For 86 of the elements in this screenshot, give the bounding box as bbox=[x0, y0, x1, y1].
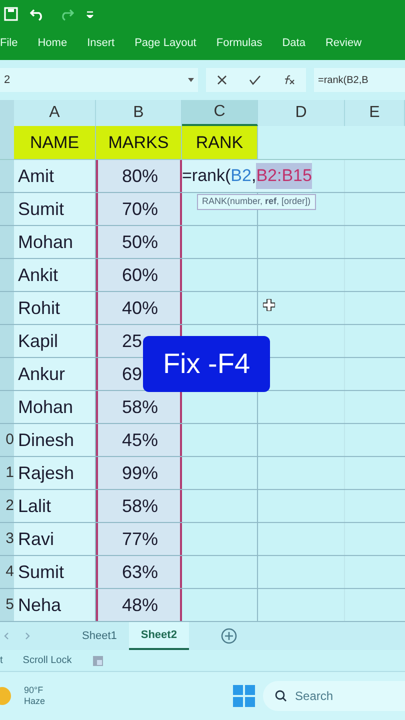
sheet-tab[interactable]: Sheet2 bbox=[128, 622, 189, 650]
customize-icon[interactable] bbox=[86, 10, 94, 18]
ribbon-tab[interactable]: Review bbox=[325, 34, 362, 52]
check-icon[interactable] bbox=[249, 75, 261, 85]
row-header[interactable]: 5 bbox=[0, 589, 14, 621]
formula-field[interactable]: =rank(B2,B bbox=[314, 68, 405, 92]
formula-part: B2:B15 bbox=[256, 163, 312, 189]
table-cell: 60% bbox=[96, 259, 182, 291]
row-header[interactable]: 3 bbox=[0, 523, 14, 555]
ribbon-tab[interactable]: Insert bbox=[87, 34, 115, 52]
search-icon bbox=[275, 690, 288, 702]
row-header[interactable] bbox=[0, 160, 14, 192]
ribbon-tab[interactable]: File bbox=[0, 34, 18, 52]
table-cell: Amit bbox=[14, 160, 96, 192]
dropdown-icon bbox=[188, 78, 194, 82]
table-cell: Ankur bbox=[14, 358, 96, 390]
search-field[interactable]: Search bbox=[263, 681, 405, 711]
row-header[interactable] bbox=[0, 193, 14, 225]
table-cell: 63% bbox=[96, 556, 182, 588]
table-cell: 58% bbox=[96, 490, 182, 522]
table-cell: Rohit bbox=[14, 292, 96, 324]
temperature-text: 90°F bbox=[24, 684, 44, 696]
formula-part: B2 bbox=[230, 165, 252, 188]
row-header[interactable] bbox=[0, 226, 14, 258]
row-header[interactable]: 1 bbox=[0, 457, 14, 489]
column-header[interactable]: D bbox=[258, 100, 345, 126]
status-text: Scroll Lock bbox=[22, 654, 72, 668]
next-sheet-icon[interactable] bbox=[25, 632, 30, 640]
table-cell: Ankit bbox=[14, 259, 96, 291]
row-header[interactable]: 4 bbox=[0, 556, 14, 588]
row-header[interactable] bbox=[0, 259, 14, 291]
select-all-corner[interactable] bbox=[0, 100, 14, 126]
table-cell: 50% bbox=[96, 226, 182, 258]
header-cell: NAME bbox=[14, 126, 96, 159]
row-header[interactable] bbox=[0, 126, 14, 159]
editing-cell[interactable]: =rank(B2,B2:B15 bbox=[182, 160, 312, 192]
save-icon[interactable] bbox=[4, 7, 18, 21]
table-cell: Rajesh bbox=[14, 457, 96, 489]
table-cell: Ravi bbox=[14, 523, 96, 555]
table-cell: Mohan bbox=[14, 226, 96, 258]
ribbon-tab[interactable]: Page Layout bbox=[134, 34, 196, 52]
table-cell: 99% bbox=[96, 457, 182, 489]
table-cell: 58% bbox=[96, 391, 182, 423]
table-cell: 45% bbox=[96, 424, 182, 456]
table-cell: Sumit bbox=[14, 193, 96, 225]
page-layout-icon[interactable] bbox=[92, 654, 104, 666]
caption-label: Fix -F4 bbox=[143, 336, 270, 392]
function-icon[interactable] bbox=[283, 75, 295, 85]
table-cell: 80% bbox=[96, 160, 182, 192]
ribbon-tab[interactable]: Data bbox=[282, 34, 306, 52]
row-header[interactable]: 0 bbox=[0, 424, 14, 456]
table-cell: Dinesh bbox=[14, 424, 96, 456]
function-tooltip: RANK(number, ref, [order]) bbox=[197, 194, 316, 210]
table-cell: Mohan bbox=[14, 391, 96, 423]
column-header[interactable]: B bbox=[96, 100, 182, 126]
table-cell: Sumit bbox=[14, 556, 96, 588]
weather-text: Haze bbox=[24, 696, 46, 708]
formula-part: , bbox=[251, 165, 256, 188]
status-text: t bbox=[0, 654, 3, 668]
prev-sheet-icon[interactable] bbox=[4, 632, 9, 640]
table-cell: Kapil bbox=[14, 325, 96, 357]
row-header[interactable] bbox=[0, 292, 14, 324]
name-box[interactable]: 2 bbox=[0, 68, 198, 92]
row-header[interactable] bbox=[0, 391, 14, 423]
sheet-tab[interactable]: Sheet1 bbox=[70, 622, 129, 650]
row-header[interactable]: 2 bbox=[0, 490, 14, 522]
row-header[interactable] bbox=[0, 325, 14, 357]
table-cell: Neha bbox=[14, 589, 96, 621]
table-cell: 40% bbox=[96, 292, 182, 324]
column-header[interactable]: E bbox=[345, 100, 405, 126]
column-header[interactable]: C bbox=[182, 100, 258, 126]
windows-icon[interactable] bbox=[233, 685, 256, 707]
table-cell: 70% bbox=[96, 193, 182, 225]
header-cell: RANK bbox=[182, 126, 258, 159]
table-cell: 48% bbox=[96, 589, 182, 621]
cursor-icon bbox=[263, 299, 275, 311]
table-cell: 77% bbox=[96, 523, 182, 555]
ribbon-tab[interactable]: Formulas bbox=[216, 34, 262, 52]
table-cell: Lalit bbox=[14, 490, 96, 522]
column-header[interactable]: A bbox=[14, 100, 96, 126]
close-icon[interactable] bbox=[217, 75, 227, 85]
header-cell: MARKS bbox=[96, 126, 182, 159]
formula-part: =rank( bbox=[182, 165, 231, 188]
ribbon-tab[interactable]: Home bbox=[38, 34, 68, 52]
add-sheet-icon[interactable] bbox=[220, 628, 237, 644]
row-header[interactable] bbox=[0, 358, 14, 390]
